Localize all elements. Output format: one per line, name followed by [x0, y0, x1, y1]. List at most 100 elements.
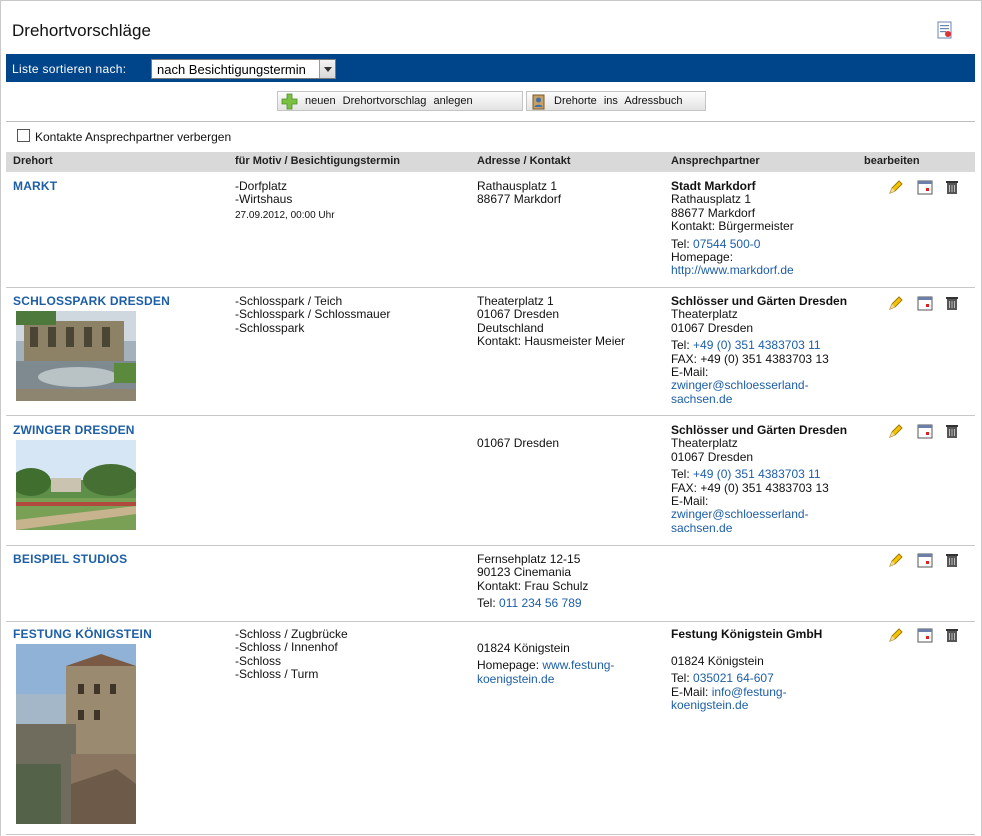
addressbook-button[interactable]: Drehorte ins Adressbuch	[526, 91, 706, 111]
partner-line: 88677 Markdorf	[671, 205, 756, 220]
phone-link[interactable]: +49 (0) 351 4383703 11	[693, 467, 821, 481]
partner-name: Schlösser und Gärten Dresden	[671, 294, 848, 308]
email-link[interactable]: zwinger@schloesserland-	[671, 379, 847, 393]
address-cell: 01824 Königstein Homepage: www.festung- …	[477, 641, 614, 686]
calendar-icon[interactable]	[917, 552, 933, 568]
motif-cell: -Schlosspark / Teich -Schlosspark / Schl…	[235, 294, 390, 335]
header-motif: für Motiv / Besichtigungstermin	[235, 155, 401, 167]
app-frame	[0, 0, 982, 836]
trash-icon[interactable]	[944, 295, 960, 311]
tel-label: Tel:	[671, 671, 690, 686]
email-link[interactable]: sachsen.de	[671, 521, 847, 535]
email-link[interactable]: info@festung-	[712, 685, 787, 699]
partner-line: Rathausplatz 1	[671, 192, 752, 207]
row-actions	[888, 627, 963, 643]
location-photo-koenigstein[interactable]	[16, 644, 136, 824]
header-address: Adresse / Kontakt	[477, 155, 571, 167]
row-divider	[6, 415, 975, 416]
phone-link[interactable]: 035021 64-607	[693, 671, 774, 685]
partner-cell: Stadt Markdorf Rathausplatz 1 88677 Mark…	[671, 179, 794, 278]
new-location-button[interactable]: neuen Drehortvorschlag anlegen	[277, 91, 523, 111]
address-line: Deutschland	[477, 320, 544, 335]
email-label: E-Mail:	[671, 684, 709, 699]
row-divider	[6, 287, 975, 288]
fax-line: FAX: +49 (0) 351 4383703 13	[671, 480, 829, 495]
document-print-icon[interactable]	[937, 21, 953, 39]
partner-line: Kontakt: Bürgermeister	[671, 219, 794, 234]
sort-select[interactable]: nach Besichtigungstermin	[151, 59, 336, 79]
header-partner: Ansprechpartner	[671, 155, 760, 167]
partner-line: 01824 Königstein	[671, 653, 764, 668]
location-name-link[interactable]: BEISPIEL STUDIOS	[13, 552, 127, 566]
header-edit: bearbeiten	[864, 155, 920, 167]
hide-contacts-label: Kontakte Ansprechpartner verbergen	[35, 130, 232, 144]
sort-bar: Liste sortieren nach: nach Besichtigungs…	[6, 54, 975, 82]
pencil-icon[interactable]	[888, 179, 904, 195]
chevron-down-icon[interactable]	[319, 60, 335, 78]
tel-label: Tel:	[671, 236, 690, 251]
email-link[interactable]: koenigstein.de	[671, 698, 822, 712]
email-label: E-Mail:	[671, 365, 709, 380]
partner-cell: Schlösser und Gärten Dresden Theaterplat…	[671, 294, 848, 406]
trash-icon[interactable]	[944, 627, 960, 643]
homepage-link[interactable]: koenigstein.de	[477, 672, 614, 686]
trash-icon[interactable]	[944, 423, 960, 439]
homepage-label: Homepage:	[477, 658, 540, 673]
motif-item: -Dorfplatz	[235, 179, 288, 193]
phone-link[interactable]: 011 234 56 789	[499, 596, 582, 610]
pencil-icon[interactable]	[888, 423, 904, 439]
location-photo-schlosspark[interactable]	[16, 311, 136, 401]
location-photo-zwinger[interactable]	[16, 440, 136, 530]
motif-item: -Schlosspark	[235, 320, 305, 335]
address-line: Fernsehplatz 12-15	[477, 552, 581, 566]
calendar-icon[interactable]	[917, 295, 933, 311]
row-divider	[6, 834, 975, 835]
page-title: Drehortvorschläge	[12, 21, 151, 40]
email-link[interactable]: sachsen.de	[671, 392, 847, 406]
phone-link[interactable]: +49 (0) 351 4383703 11	[693, 338, 821, 352]
pencil-icon[interactable]	[888, 552, 904, 568]
address-line: Rathausplatz 1	[477, 179, 558, 193]
email-link[interactable]: zwinger@schloesserland-	[671, 508, 847, 522]
hide-contacts-checkbox[interactable]	[17, 129, 30, 142]
addressbook-label: Drehorte ins Adressbuch	[554, 95, 683, 107]
motif-item: -Schlosspark / Teich	[235, 294, 343, 308]
table-header: Drehort für Motiv / Besichtigungstermin …	[6, 152, 975, 172]
location-name-link[interactable]: FESTUNG KÖNIGSTEIN	[13, 627, 152, 641]
divider	[6, 121, 975, 122]
homepage-link[interactable]: http://www.markdorf.de	[671, 264, 794, 278]
homepage-link[interactable]: www.festung-	[542, 658, 614, 672]
pencil-icon[interactable]	[888, 295, 904, 311]
motif-cell: -Schloss / Zugbrücke -Schloss / Innenhof…	[235, 627, 348, 682]
addressbook-icon	[532, 94, 545, 110]
location-name-link[interactable]: SCHLOSSPARK DRESDEN	[13, 294, 170, 308]
row-actions	[888, 552, 963, 568]
fax-line: FAX: +49 (0) 351 4383703 13	[671, 351, 829, 366]
motif-item: -Schloss	[235, 653, 282, 668]
homepage-label: Homepage:	[671, 250, 734, 265]
header-location: Drehort	[13, 155, 53, 167]
pencil-icon[interactable]	[888, 627, 904, 643]
trash-icon[interactable]	[944, 179, 960, 195]
address-cell: Fernsehplatz 12-15 90123 Cinemania Konta…	[477, 552, 588, 611]
address-line: 01824 Königstein	[477, 641, 570, 655]
partner-cell: Schlösser und Gärten Dresden Theaterplat…	[671, 423, 847, 535]
trash-icon[interactable]	[944, 552, 960, 568]
row-actions	[888, 179, 963, 195]
motif-item: -Wirtshaus	[235, 192, 293, 207]
address-cell: Rathausplatz 1 88677 Markdorf	[477, 179, 561, 207]
row-divider	[6, 621, 975, 622]
address-line: 01067 Dresden	[477, 307, 560, 322]
address-line: 01067 Dresden	[477, 436, 560, 450]
tel-label: Tel:	[671, 467, 690, 482]
location-name-link[interactable]: MARKT	[13, 179, 57, 193]
location-name-link[interactable]: ZWINGER DRESDEN	[13, 423, 135, 437]
phone-link[interactable]: 07544 500-0	[693, 237, 760, 251]
calendar-icon[interactable]	[917, 423, 933, 439]
calendar-icon[interactable]	[917, 627, 933, 643]
address-line: 90123 Cinemania	[477, 565, 572, 580]
partner-line: Theaterplatz	[671, 307, 738, 322]
row-actions	[888, 295, 963, 311]
motif-item: -Schloss / Innenhof	[235, 640, 338, 655]
calendar-icon[interactable]	[917, 179, 933, 195]
